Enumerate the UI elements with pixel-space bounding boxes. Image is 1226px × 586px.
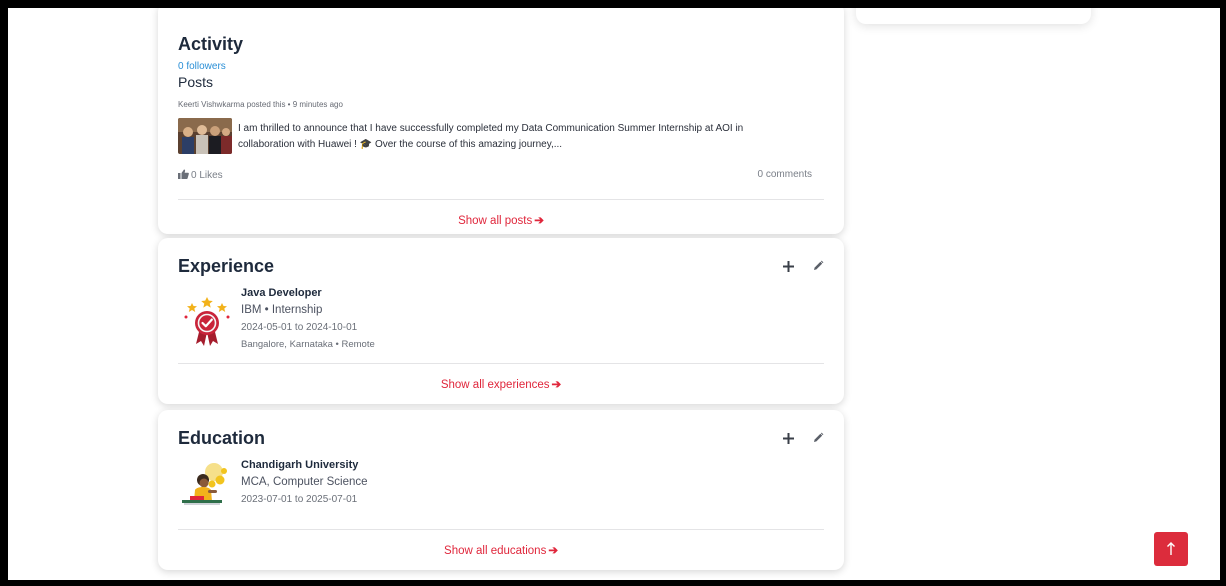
education-dates: 2023-07-01 to 2025-07-01 xyxy=(241,494,358,505)
show-all-educations-link[interactable]: Show all educations ➔ xyxy=(158,543,844,557)
arrow-right-icon: ➔ xyxy=(551,379,562,391)
activity-card: Activity 0 followers Posts Keerti Vishwk… xyxy=(158,8,844,234)
likes-count: 0 Likes xyxy=(191,170,223,181)
page-viewport: Activity 0 followers Posts Keerti Vishwk… xyxy=(8,8,1220,580)
education-degree: MCA, Computer Science xyxy=(241,476,368,488)
plus-icon xyxy=(782,260,794,272)
education-entry: Chandigarh University MCA, Computer Scie… xyxy=(241,457,368,508)
award-badge-icon xyxy=(178,290,236,348)
student-illustration-icon xyxy=(178,460,236,518)
followers-link[interactable]: 0 followers xyxy=(178,61,226,72)
activity-title: Activity xyxy=(178,34,244,54)
show-all-experiences-label: Show all experiences xyxy=(440,379,550,391)
education-card: Education Chandigarh University MCA, Com… xyxy=(158,410,844,570)
edit-experience-button[interactable] xyxy=(810,258,826,274)
thumbs-up-icon xyxy=(178,169,189,182)
posts-heading: Posts xyxy=(178,74,214,90)
activity-divider xyxy=(178,199,824,200)
experience-company: IBM • Internship xyxy=(241,304,323,316)
post-comments[interactable]: 0 comments xyxy=(758,169,812,180)
add-education-button[interactable] xyxy=(780,430,796,446)
experience-role: Java Developer xyxy=(241,287,322,299)
show-all-educations-label: Show all educations xyxy=(444,545,547,557)
arrow-right-icon: ➔ xyxy=(548,545,558,557)
post-likes[interactable]: 0 Likes xyxy=(178,169,223,182)
arrow-right-icon: ➔ xyxy=(534,215,544,227)
experience-entry: Java Developer IBM • Internship 2024-05-… xyxy=(241,285,375,353)
experience-card: Experience Java Developer IBM • Internsh… xyxy=(158,238,844,404)
education-divider xyxy=(178,529,824,530)
pencil-icon xyxy=(814,432,824,442)
post-meta: Keerti Vishwkarma posted this • 9 minute… xyxy=(178,100,343,109)
experience-location: Bangalore, Karnataka • Remote xyxy=(241,339,375,350)
post-text[interactable]: I am thrilled to announce that I have su… xyxy=(238,121,828,153)
education-actions xyxy=(780,430,826,446)
add-experience-button[interactable] xyxy=(780,258,796,274)
edit-education-button[interactable] xyxy=(810,430,826,446)
arrow-up-icon xyxy=(1167,542,1175,555)
education-title: Education xyxy=(178,428,266,448)
post-text-line-2: collaboration with Huawei ! 🎓 Over the c… xyxy=(238,139,563,150)
experience-dates: 2024-05-01 to 2024-10-01 xyxy=(241,322,358,333)
show-all-posts-link[interactable]: Show all posts ➔ xyxy=(158,213,844,227)
scroll-to-top-button[interactable] xyxy=(1154,532,1188,566)
show-all-posts-label: Show all posts xyxy=(458,215,533,227)
experience-divider xyxy=(178,363,824,364)
plus-icon xyxy=(782,432,794,444)
right-sidebar-card xyxy=(856,8,1091,24)
show-all-experiences-link[interactable]: Show all experiences ➔ xyxy=(158,377,844,391)
education-school: Chandigarh University xyxy=(241,459,359,471)
experience-actions xyxy=(780,258,826,274)
post-text-line-1: I am thrilled to announce that I have su… xyxy=(238,123,744,134)
post-thumbnail[interactable] xyxy=(178,118,232,154)
pencil-icon xyxy=(814,260,824,270)
experience-title: Experience xyxy=(178,256,275,276)
